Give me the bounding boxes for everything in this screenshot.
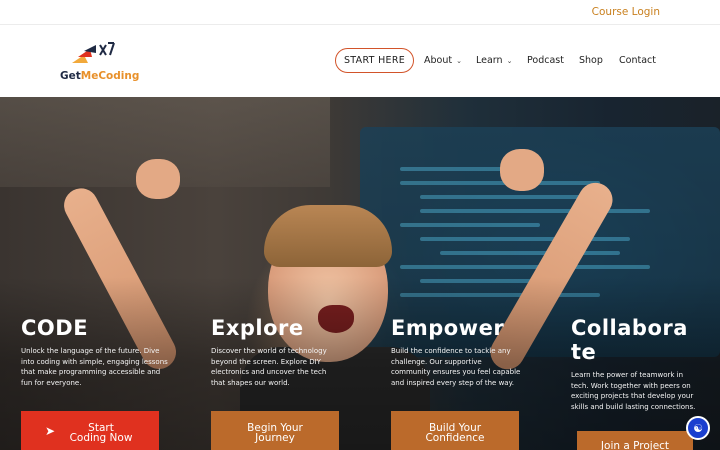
nav-item-label: About (424, 55, 453, 66)
begin-journey-button[interactable]: Begin Your Journey (211, 411, 339, 450)
logo-text-coding: Coding (98, 70, 140, 82)
nav-item-label: Contact (619, 55, 656, 66)
feature-description: Discover the world of technology beyond … (211, 347, 327, 387)
chevron-down-icon: ⌄ (506, 56, 513, 65)
feature-column-code: CODE Unlock the language of the future. … (21, 316, 169, 388)
logo-text-get: Get (60, 70, 81, 82)
nav-item-label: Learn (476, 55, 503, 66)
start-coding-button[interactable]: ➤ Start Coding Now (21, 411, 159, 450)
feature-column-explore: Explore Discover the world of technology… (211, 316, 337, 388)
cta-label: Build Your Confidence (425, 421, 485, 444)
feature-description: Unlock the language of the future. Dive … (21, 347, 168, 387)
top-bar: Course Login (0, 0, 720, 25)
nav-item-label: Shop (579, 55, 603, 66)
feature-title: Collaborate (571, 316, 688, 364)
hero-photo-fist (136, 159, 180, 199)
accessibility-icon[interactable]: ☯ (686, 416, 710, 440)
nav-item-podcast[interactable]: Podcast (527, 55, 564, 66)
start-here-button[interactable]: START HERE (335, 48, 414, 73)
hero-photo-hair (264, 205, 392, 267)
nav-item-label: Podcast (527, 55, 564, 66)
nav-item-about[interactable]: About ⌄ (424, 55, 462, 66)
feature-description: Build the confidence to tackle any chall… (391, 347, 521, 387)
hero-photo-fist (500, 149, 544, 191)
chevron-down-icon: ⌄ (456, 56, 462, 65)
rocket-icon: ➤ (45, 424, 56, 438)
nav-item-learn[interactable]: Learn ⌄ (476, 55, 512, 66)
nav-item-contact[interactable]: Contact (619, 55, 656, 66)
logo-text-me: Me (80, 70, 99, 82)
feature-title: Explore (211, 316, 304, 340)
feature-description: Learn the power of teamwork in tech. Wor… (571, 371, 696, 411)
cta-label: Join a Project (600, 439, 670, 450)
feature-title: Empower (391, 316, 505, 340)
join-project-button[interactable]: Join a Project (577, 431, 693, 450)
feature-title: CODE (21, 316, 89, 340)
feature-column-empower: Empower Build the confidence to tackle a… (391, 316, 521, 388)
hero-section: CODE Unlock the language of the future. … (0, 97, 720, 450)
cta-label: Begin Your Journey (247, 421, 303, 444)
cta-label: Start Coding Now (69, 421, 133, 444)
course-login-link[interactable]: Course Login (592, 6, 660, 18)
logo-mark-icon (72, 42, 115, 63)
build-confidence-button[interactable]: Build Your Confidence (391, 411, 519, 450)
feature-column-collaborate: Collaborate Learn the power of teamwork … (571, 316, 697, 412)
logo[interactable]: GetMeCoding (58, 41, 139, 89)
main-navbar: GetMeCoding START HERE About ⌄ Learn ⌄ P… (0, 25, 720, 97)
logo-text: GetMeCoding (60, 70, 139, 82)
nav-item-shop[interactable]: Shop (579, 55, 603, 66)
